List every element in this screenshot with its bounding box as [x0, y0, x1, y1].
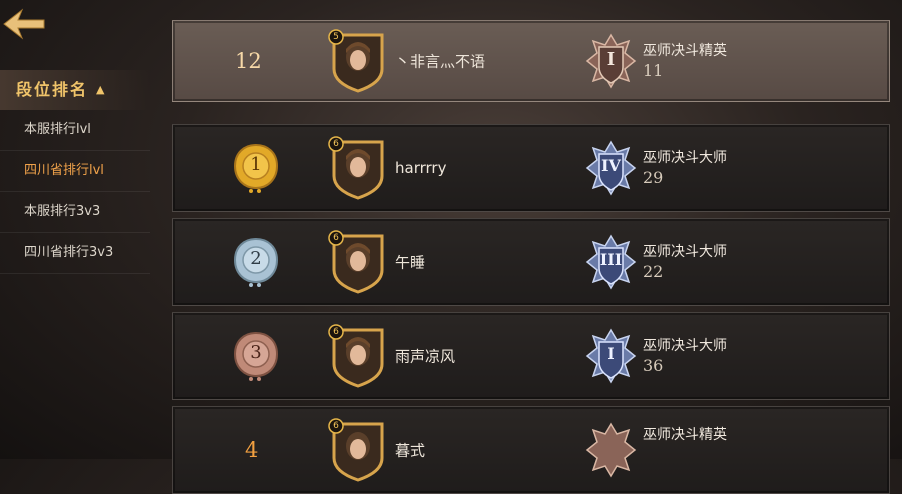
rank-row[interactable]: 1 6 harrrry IV 巫师决斗大师 29	[172, 124, 890, 212]
player-name: 暮式	[395, 441, 426, 460]
tier-badge-icon: III	[585, 234, 637, 290]
sidebar-item-server-3v3[interactable]: 本服排行3v3	[0, 192, 150, 233]
tier-info: 巫师决斗大师 22	[643, 242, 727, 282]
tier-badge-icon	[585, 422, 637, 478]
rank-number: 12	[235, 49, 262, 73]
tier-info: 巫师决斗精英	[643, 425, 727, 445]
player-level-badge: 6	[333, 233, 339, 243]
tier-info: 巫师决斗精英 11	[643, 41, 727, 81]
rank-row[interactable]: 2 6 午睡 III 巫师决斗大师 22	[172, 218, 890, 306]
ranking-category-title: 段位排名	[16, 80, 89, 99]
player-name: harrrry	[395, 159, 447, 177]
tier-info: 巫师决斗大师 29	[643, 148, 727, 188]
rank-row[interactable]: 3 6 雨声凉风 I 巫师决斗大师 36	[172, 312, 890, 400]
tier-numeral: I	[606, 49, 616, 70]
ranking-category-header[interactable]: 段位排名 ▲	[0, 70, 150, 110]
medal-rank-number: 2	[250, 248, 262, 269]
tier-name: 巫师决斗大师	[643, 338, 727, 354]
player-avatar[interactable]: 6	[328, 136, 388, 200]
player-level-badge: 6	[333, 421, 339, 431]
tier-numeral: I	[607, 344, 615, 363]
tier-badge-icon: I	[585, 33, 637, 89]
tier-points: 29	[643, 168, 664, 187]
tier-numeral: III	[599, 250, 623, 269]
tier-badge-icon: IV	[585, 140, 637, 196]
tier-name: 巫师决斗精英	[643, 427, 727, 443]
tier-info: 巫师决斗大师 36	[643, 336, 727, 376]
sidebar: 段位排名 ▲ 本服排行lvl 四川省排行lvl 本服排行3v3 四川省排行3v3	[0, 70, 150, 274]
player-level-badge: 5	[333, 32, 339, 42]
back-arrow-icon	[3, 8, 45, 40]
player-name: 丶非言灬不语	[395, 52, 486, 71]
chevron-up-icon: ▲	[96, 83, 107, 96]
tier-numeral: IV	[601, 156, 621, 175]
rank-row[interactable]: 4 6 暮式 巫师决斗精英	[172, 406, 890, 494]
player-avatar[interactable]: 6	[328, 230, 388, 294]
player-level-badge: 6	[333, 139, 339, 149]
sidebar-item-province-3v3[interactable]: 四川省排行3v3	[0, 233, 150, 274]
tier-name: 巫师决斗精英	[643, 43, 727, 59]
self-rank-row[interactable]: 12 5 丶非言灬不语 I 巫师决斗精英 11	[172, 20, 890, 102]
tier-points: 11	[643, 61, 664, 80]
sidebar-item-province-lvl[interactable]: 四川省排行lvl	[0, 151, 150, 192]
player-avatar[interactable]: 6	[328, 324, 388, 388]
tier-badge-icon: I	[585, 328, 637, 384]
tier-name: 巫师决斗大师	[643, 150, 727, 166]
gold-medal-icon: 1	[231, 142, 281, 194]
player-level-badge: 6	[333, 327, 339, 337]
player-avatar[interactable]: 6	[328, 418, 388, 482]
player-name: 午睡	[395, 253, 426, 272]
player-name: 雨声凉风	[395, 347, 456, 366]
medal-rank-number: 1	[250, 154, 262, 175]
tier-points: 22	[643, 262, 664, 281]
tier-name: 巫师决斗大师	[643, 244, 727, 260]
sidebar-item-server-lvl[interactable]: 本服排行lvl	[0, 110, 150, 151]
rank-number: 4	[245, 438, 259, 462]
silver-medal-icon: 2	[231, 236, 281, 288]
medal-rank-number: 3	[250, 342, 262, 363]
player-avatar[interactable]: 5	[328, 29, 388, 93]
bronze-medal-icon: 3	[231, 330, 281, 382]
tier-points: 36	[643, 356, 664, 375]
back-button[interactable]	[2, 6, 46, 42]
